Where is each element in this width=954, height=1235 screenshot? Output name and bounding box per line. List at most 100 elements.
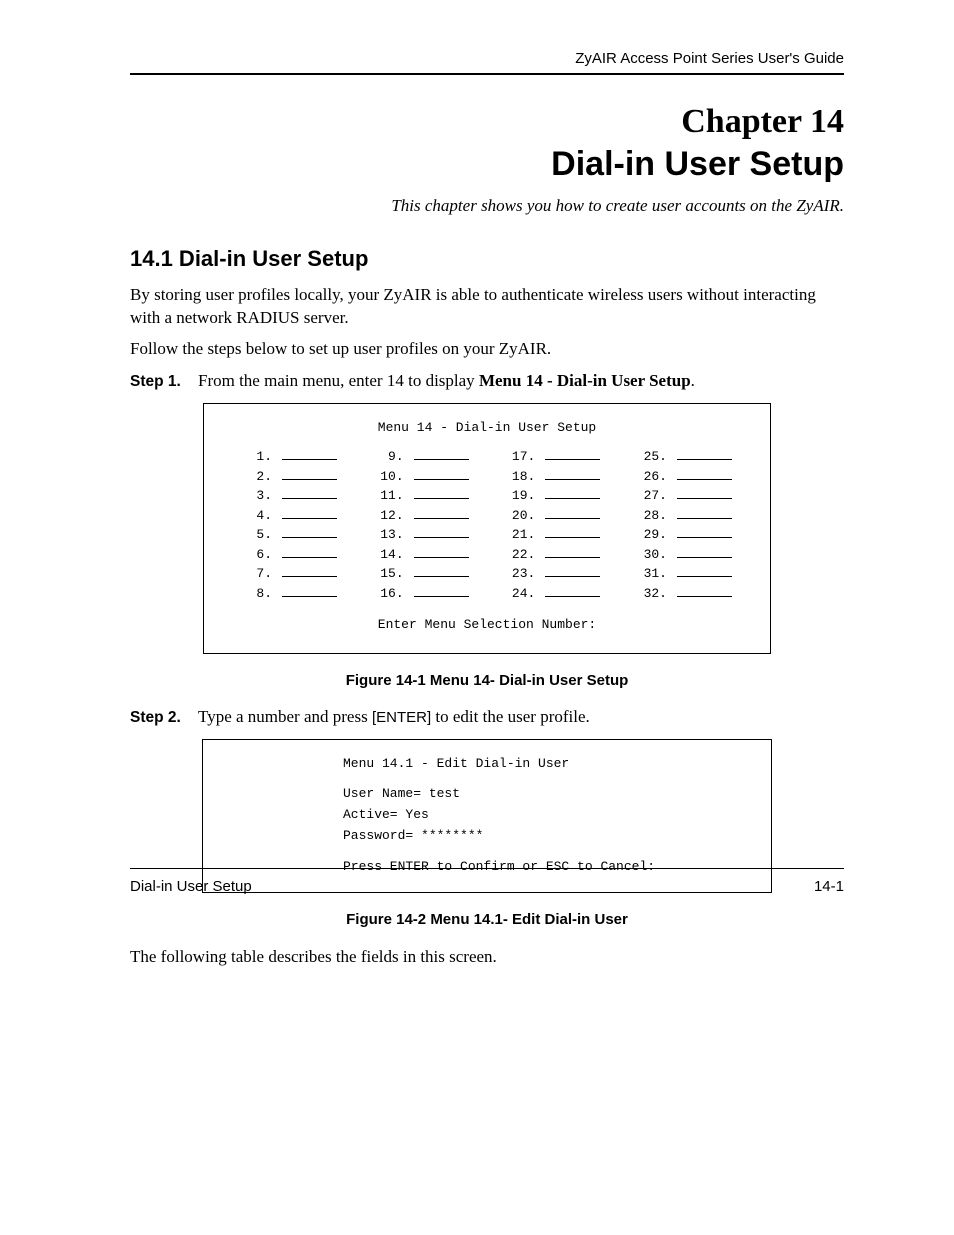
step-2-pre: Type a number and press <box>198 707 372 726</box>
slot-blank <box>414 506 469 519</box>
slot-blank <box>282 584 337 597</box>
slot-num: 1. <box>242 447 276 467</box>
slot-num: 32. <box>637 584 671 604</box>
screen-menu-14-1: Menu 14.1 - Edit Dial-in User User Name=… <box>202 739 772 893</box>
slot-blank <box>677 584 732 597</box>
step-1-text: From the main menu, enter 14 to display … <box>198 371 695 391</box>
slot-num: 2. <box>242 467 276 487</box>
slot-blank <box>677 564 732 577</box>
slot-blank <box>414 564 469 577</box>
screen-1-prompt: Enter Menu Selection Number: <box>222 615 752 635</box>
footer-right: 14-1 <box>814 878 844 895</box>
slot-col-4: 25. 26. 27. 28. 29. 30. 31. 32. <box>637 447 732 603</box>
slot-num: 21. <box>505 525 539 545</box>
page: ZyAIR Access Point Series User's Guide C… <box>0 0 954 1235</box>
slot-num: 19. <box>505 486 539 506</box>
slot-num: 16. <box>374 584 408 604</box>
slot-blank <box>282 506 337 519</box>
slot-blank <box>282 486 337 499</box>
slot-blank <box>677 486 732 499</box>
slot-num: 27. <box>637 486 671 506</box>
step-1-menu: Menu 14 - Dial-in User Setup <box>479 371 691 390</box>
slot-blank <box>282 467 337 480</box>
slot-num: 28. <box>637 506 671 526</box>
step-2: Step 2. Type a number and press [ENTER] … <box>130 707 844 727</box>
slot-num: 12. <box>374 506 408 526</box>
slot-num: 26. <box>637 467 671 487</box>
footer-left: Dial-in User Setup <box>130 878 252 895</box>
slot-blank <box>414 525 469 538</box>
step-2-label: Step 2. <box>130 709 198 727</box>
screen-1-slots: 1. 2. 3. 4. 5. 6. 7. 8. 9. 10. 11. 12. 1… <box>222 447 752 603</box>
slot-blank <box>677 506 732 519</box>
slot-num: 23. <box>505 564 539 584</box>
slot-col-2: 9. 10. 11. 12. 13. 14. 15. 16. <box>374 447 469 603</box>
closing-paragraph: The following table describes the fields… <box>130 946 844 969</box>
slot-blank <box>282 525 337 538</box>
chapter-title: Dial-in User Setup <box>130 146 844 183</box>
slot-num: 10. <box>374 467 408 487</box>
slot-blank <box>677 467 732 480</box>
slot-num: 4. <box>242 506 276 526</box>
slot-blank <box>545 564 600 577</box>
step-1-pre: From the main menu, enter 14 to display <box>198 371 479 390</box>
slot-num: 6. <box>242 545 276 565</box>
slot-blank <box>545 545 600 558</box>
slot-blank <box>545 486 600 499</box>
slot-blank <box>545 506 600 519</box>
screen-1-title: Menu 14 - Dial-in User Setup <box>222 418 752 438</box>
slot-num: 17. <box>505 447 539 467</box>
slot-num: 7. <box>242 564 276 584</box>
slot-num: 5. <box>242 525 276 545</box>
slot-blank <box>545 584 600 597</box>
slot-blank <box>545 525 600 538</box>
slot-blank <box>677 447 732 460</box>
slot-blank <box>414 584 469 597</box>
slot-num: 15. <box>374 564 408 584</box>
step-2-post: to edit the user profile. <box>431 707 590 726</box>
slot-blank <box>414 486 469 499</box>
slot-col-1: 1. 2. 3. 4. 5. 6. 7. 8. <box>242 447 337 603</box>
slot-num: 20. <box>505 506 539 526</box>
step-2-text: Type a number and press [ENTER] to edit … <box>198 707 590 727</box>
slot-num: 30. <box>637 545 671 565</box>
step-1-label: Step 1. <box>130 373 198 391</box>
screen-2-fields: User Name= test Active= Yes Password= **… <box>343 784 753 846</box>
slot-num: 31. <box>637 564 671 584</box>
screen-2-password: Password= ******** <box>343 826 753 847</box>
slot-blank <box>545 467 600 480</box>
section-heading: 14.1 Dial-in User Setup <box>130 246 844 272</box>
screen-2-username: User Name= test <box>343 784 753 805</box>
body-paragraph-1: By storing user profiles locally, your Z… <box>130 284 844 330</box>
slot-num: 25. <box>637 447 671 467</box>
screen-menu-14: Menu 14 - Dial-in User Setup 1. 2. 3. 4.… <box>203 403 771 654</box>
slot-num: 3. <box>242 486 276 506</box>
slot-blank <box>545 447 600 460</box>
step-1: Step 1. From the main menu, enter 14 to … <box>130 371 844 391</box>
slot-blank <box>677 525 732 538</box>
slot-col-3: 17. 18. 19. 20. 21. 22. 23. 24. <box>505 447 600 603</box>
slot-num: 8. <box>242 584 276 604</box>
slot-num: 18. <box>505 467 539 487</box>
chapter-number: Chapter 14 <box>130 103 844 140</box>
slot-blank <box>677 545 732 558</box>
slot-blank <box>414 545 469 558</box>
screen-2-title: Menu 14.1 - Edit Dial-in User <box>343 754 753 775</box>
slot-num: 13. <box>374 525 408 545</box>
figure-2-caption: Figure 14-2 Menu 14.1- Edit Dial-in User <box>130 911 844 928</box>
step-1-post: . <box>691 371 695 390</box>
slot-num: 9. <box>374 447 408 467</box>
slot-num: 11. <box>374 486 408 506</box>
slot-num: 29. <box>637 525 671 545</box>
running-header: ZyAIR Access Point Series User's Guide <box>130 50 844 67</box>
screen-2-active: Active= Yes <box>343 805 753 826</box>
figure-1-caption: Figure 14-1 Menu 14- Dial-in User Setup <box>130 672 844 689</box>
slot-blank <box>282 564 337 577</box>
page-footer: Dial-in User Setup 14-1 <box>130 878 844 895</box>
slot-blank <box>282 447 337 460</box>
top-rule <box>130 73 844 75</box>
slot-blank <box>282 545 337 558</box>
step-2-key: [ENTER] <box>372 709 431 726</box>
slot-blank <box>414 447 469 460</box>
bottom-rule <box>130 868 844 869</box>
